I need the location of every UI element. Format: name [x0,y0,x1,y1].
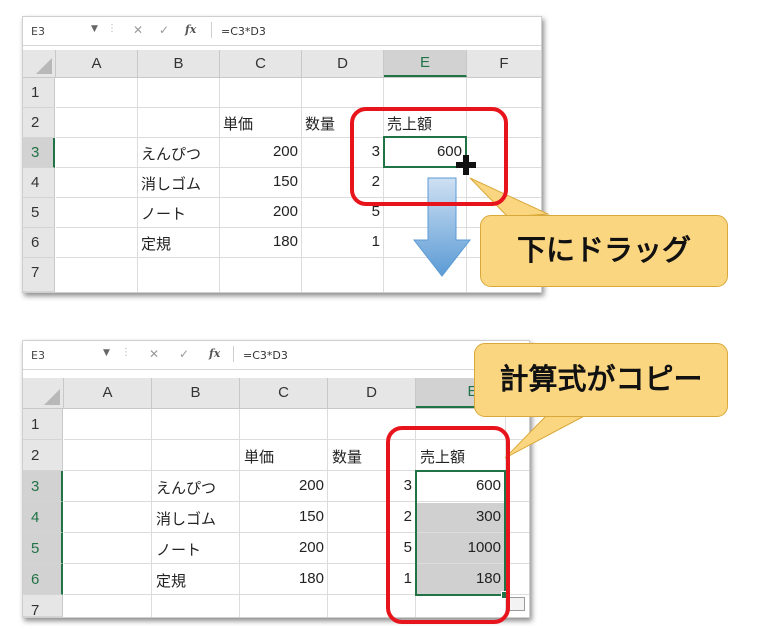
formula-copied-callout: 計算式がコピー [474,343,728,417]
highlight-frame-bottom [386,426,510,624]
callout-pointer-bottom [504,413,589,459]
highlight-frame-top [350,107,508,206]
drag-down-callout: 下にドラッグ [480,215,728,287]
annotation-overlay [412,155,589,459]
